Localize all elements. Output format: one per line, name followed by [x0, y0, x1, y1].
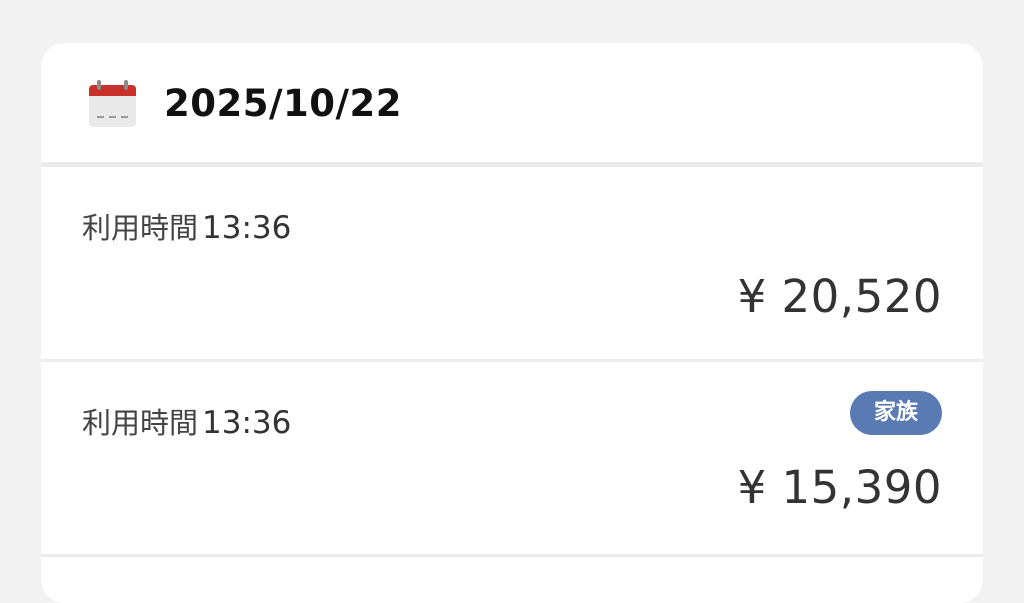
family-badge: 家族 — [850, 391, 942, 435]
usage-time: 利用時間 13:36 — [82, 209, 291, 247]
usage-time-value: 13:36 — [202, 405, 292, 441]
usage-time-label: 利用時間 — [82, 406, 199, 440]
transaction-row[interactable] — [41, 557, 983, 603]
calendar-icon — [89, 80, 136, 127]
transaction-row[interactable]: 利用時間 13:36 ¥ 20,520 — [41, 167, 983, 362]
transaction-row[interactable]: 利用時間 13:36 家族 ¥ 15,390 — [41, 362, 983, 557]
date-header: 2025/10/22 — [41, 43, 983, 167]
usage-time-value: 13:36 — [202, 210, 292, 246]
transaction-amount: ¥ 20,520 — [737, 270, 942, 323]
usage-time: 利用時間 13:36 — [82, 404, 291, 442]
usage-time-label: 利用時間 — [82, 211, 199, 245]
transaction-amount: ¥ 15,390 — [737, 461, 942, 514]
date-title: 2025/10/22 — [164, 82, 402, 125]
transaction-card: 2025/10/22 利用時間 13:36 ¥ 20,520 利用時間 13:36 … — [41, 43, 983, 603]
